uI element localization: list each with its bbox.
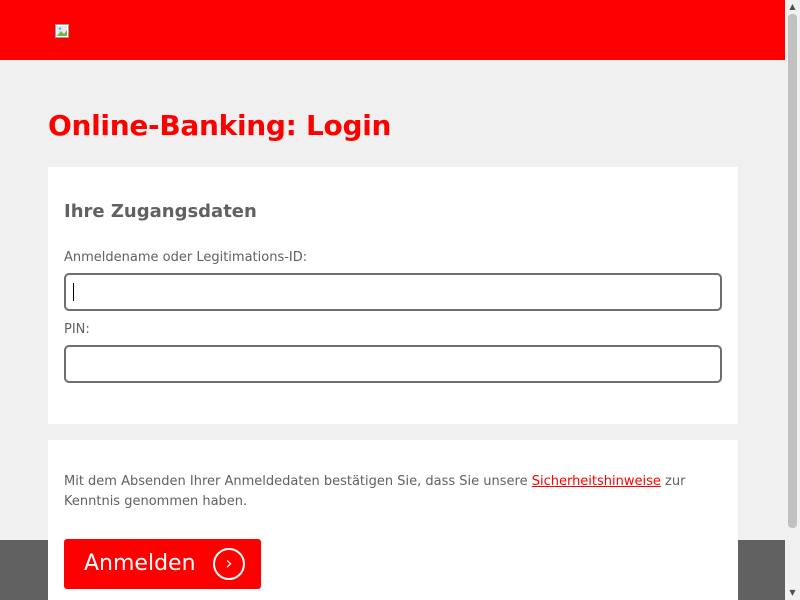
credentials-panel: Ihre Zugangsdaten Anmeldename oder Legit…: [48, 167, 738, 424]
credentials-heading: Ihre Zugangsdaten: [64, 201, 257, 222]
pin-input[interactable]: [64, 345, 722, 383]
confirmation-notice: Mit dem Absenden Ihrer Anmeldedaten best…: [64, 472, 704, 512]
page-title: Online-Banking: Login: [48, 109, 392, 142]
top-bar: [0, 0, 785, 60]
security-notes-link[interactable]: Sicherheitshinweise: [532, 474, 661, 489]
login-button-label: Anmelden: [84, 551, 196, 576]
page: Online-Banking: Login Ihre Zugangsdaten …: [0, 0, 785, 600]
confirmation-panel: Mit dem Absenden Ihrer Anmeldedaten best…: [48, 440, 738, 600]
login-button[interactable]: Anmelden ›: [64, 539, 261, 589]
username-input[interactable]: [64, 273, 722, 311]
text-cursor: [73, 283, 74, 301]
scrollbar-thumb[interactable]: [788, 14, 797, 528]
username-label: Anmeldename oder Legitimations-ID:: [64, 250, 308, 265]
pin-label: PIN:: [64, 322, 90, 337]
browser-viewport: Online-Banking: Login Ihre Zugangsdaten …: [0, 0, 800, 600]
scroll-down-arrow-icon[interactable]: ▼: [785, 586, 800, 600]
notice-text-before: Mit dem Absenden Ihrer Anmeldedaten best…: [64, 474, 532, 489]
vertical-scrollbar[interactable]: ▲ ▼: [785, 0, 800, 600]
scroll-up-arrow-icon[interactable]: ▲: [785, 0, 800, 14]
broken-image-icon[interactable]: [55, 24, 69, 38]
chevron-right-icon: ›: [213, 548, 245, 580]
